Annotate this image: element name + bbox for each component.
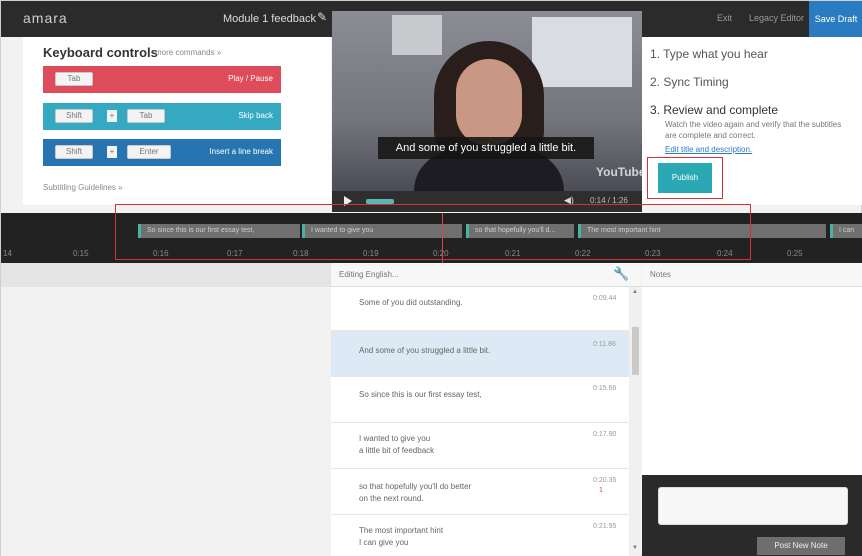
subtitle-text[interactable]: on the next round. (359, 493, 424, 505)
subtitle-text[interactable]: The most important hint (359, 525, 443, 537)
key-tab: Tab (127, 109, 165, 123)
shortcut-action: Skip back (238, 111, 273, 120)
post-new-note-button[interactable]: Post New Note (757, 537, 845, 555)
video-frame-detail (532, 17, 632, 87)
keyboard-controls-title: Keyboard controls (43, 45, 158, 60)
edit-title-link[interactable]: Edit title and description. (665, 145, 752, 154)
subtitle-row[interactable]: I wanted to give you a little bit of fee… (331, 423, 629, 469)
subtitle-row[interactable]: The most important hint I can give you 0… (331, 515, 629, 556)
subtitle-time: 0:21.95 (593, 523, 617, 530)
subtitle-row[interactable]: Some of you did outstanding. 0:09.44 (331, 287, 629, 331)
scroll-down-icon[interactable]: ▼ (632, 545, 638, 551)
more-commands-link[interactable]: more commands » (155, 48, 221, 57)
notes-body (642, 287, 862, 475)
subtitle-scrollbar[interactable]: ▲ ▼ (629, 287, 641, 556)
subtitle-text[interactable]: Some of you did outstanding. (359, 297, 463, 309)
pencil-icon[interactable]: ✎ (317, 10, 331, 26)
wrench-icon[interactable]: 🔧 (613, 266, 629, 282)
workflow-steps: 1. Type what you hear 2. Sync Timing 3. … (642, 37, 862, 205)
speaker-face (456, 59, 522, 145)
shortcut-action: Insert a line break (209, 147, 273, 156)
publish-button[interactable]: Publish (658, 163, 712, 193)
save-draft-button[interactable]: Save Draft (809, 1, 862, 37)
module-title: Module 1 feedback (223, 13, 316, 25)
timeline-tick: 14 (3, 249, 12, 258)
subtitle-char-count: 1 (599, 487, 603, 494)
subtitle-row[interactable]: so that hopefully you'll do better on th… (331, 469, 629, 515)
step-sync[interactable]: 2. Sync Timing (650, 75, 729, 89)
scroll-thumb[interactable] (632, 327, 639, 375)
notes-title: Notes (650, 270, 671, 279)
highlight-box (115, 204, 751, 260)
subtitling-guidelines-link[interactable]: Subtitling Guidelines » (43, 183, 123, 192)
shortcut-line-break: Shift + Enter Insert a line break (43, 139, 281, 166)
note-input[interactable] (658, 487, 848, 525)
amara-logo[interactable]: amara (23, 10, 68, 26)
step-description: Watch the video again and verify that th… (665, 120, 842, 140)
left-strip (1, 263, 331, 287)
timeline-tick: 0:15 (73, 249, 89, 258)
shortcut-play-pause: Tab Play / Pause (43, 66, 281, 93)
subtitle-editor: amara Module 1 feedback ✎ Exit Legacy Ed… (0, 0, 862, 556)
youtube-logo: YouTube (596, 165, 642, 179)
exit-button[interactable]: Exit (717, 13, 732, 23)
subtitle-row-active[interactable]: And some of you struggled a little bit. … (331, 331, 629, 377)
subtitle-list: Some of you did outstanding. 0:09.44 And… (331, 287, 629, 556)
left-empty-area (1, 287, 331, 556)
legacy-editor-button[interactable]: Legacy Editor (749, 13, 804, 23)
step-type[interactable]: 1. Type what you hear (650, 47, 768, 61)
notes-header: Notes (642, 263, 862, 287)
timeline-tick: 0:25 (787, 249, 803, 258)
scroll-up-icon[interactable]: ▲ (632, 289, 638, 295)
subtitle-time: 0:09.44 (593, 295, 617, 302)
key-shift: Shift (55, 145, 93, 159)
subtitle-text[interactable]: So since this is our first essay test, (359, 389, 482, 401)
subtitle-text[interactable]: I wanted to give you (359, 433, 430, 445)
video-frame-detail (392, 15, 442, 55)
subtitle-text[interactable]: I can give you (359, 537, 408, 549)
editing-language-label: Editing English... (339, 270, 399, 279)
timeline-segment[interactable]: I can (830, 224, 862, 238)
plus-sign: + (107, 110, 117, 122)
key-enter: Enter (127, 145, 171, 159)
plus-sign: + (107, 146, 117, 158)
subtitle-text[interactable]: And some of you struggled a little bit. (359, 345, 490, 357)
subtitle-time: 0:20.35 (593, 477, 617, 484)
keyboard-controls-panel: Keyboard controls more commands » Tab Pl… (23, 37, 331, 205)
subtitle-text[interactable]: a little bit of feedback (359, 445, 434, 457)
subtitle-time: 0:15.66 (593, 385, 617, 392)
shortcut-skip-back: Shift + Tab Skip back (43, 103, 281, 130)
subtitle-row[interactable]: So since this is our first essay test, 0… (331, 377, 629, 423)
shortcut-action: Play / Pause (228, 74, 273, 83)
video-player[interactable]: And some of you struggled a little bit. … (332, 11, 642, 191)
subtitle-text[interactable]: so that hopefully you'll do better (359, 481, 471, 493)
notes-footer: Post New Note (642, 475, 862, 556)
key-shift: Shift (55, 109, 93, 123)
key-tab: Tab (55, 72, 93, 86)
step-review[interactable]: 3. Review and complete (650, 103, 778, 117)
subtitle-time: 0:17.90 (593, 431, 617, 438)
editing-header: Editing English... 🔧 (331, 263, 641, 287)
subtitle-caption: And some of you struggled a little bit. (378, 137, 594, 159)
subtitle-time: 0:11.86 (593, 341, 616, 348)
